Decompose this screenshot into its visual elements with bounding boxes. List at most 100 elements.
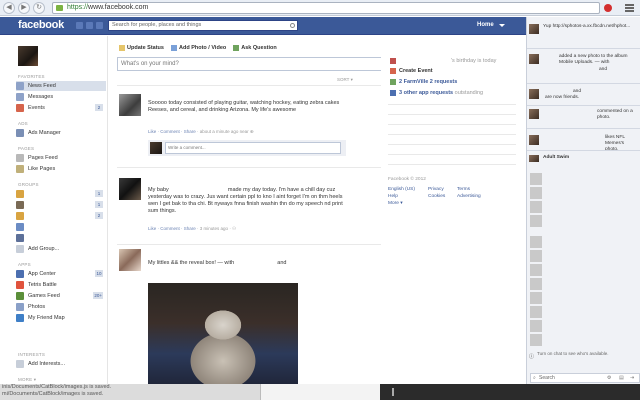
chat-friend-avatar[interactable] [530,278,542,290]
app-requests[interactable]: 3 other app requests outstanding [390,90,483,96]
status-input[interactable]: What's on your mind? [117,57,381,71]
story-avatar[interactable] [119,94,141,116]
cookies-link[interactable]: Cookies [428,193,445,200]
sidebar-item-friend-map[interactable]: My Friend Map [16,313,106,323]
search-icon: ⌕ [533,375,536,381]
chat-friend-avatar[interactable] [530,320,542,332]
facebook-logo[interactable]: facebook [18,19,64,31]
sidebar-item-group-3[interactable]: 2 [16,211,106,221]
forward-button[interactable]: ▶ [18,1,30,14]
create-event-link[interactable]: Create Event [390,68,433,74]
sidebar-item-group-2[interactable]: 1 [16,200,106,210]
back-button[interactable]: ◀ [3,1,15,14]
chat-popout-icon[interactable]: ⇥ [630,375,634,381]
download-message: mi/Documents/CatBlock/images is saved. [2,391,104,397]
question-icon [233,45,240,51]
chat-friend-avatar[interactable] [530,292,542,304]
chat-settings-icon[interactable]: ⚙ [607,375,611,381]
chat-friend-avatar[interactable] [530,306,542,318]
language-link[interactable]: English (US) [388,187,415,192]
update-status-tab[interactable]: Update Status [119,45,164,51]
chat-options-icon[interactable]: ▤ [619,375,624,381]
search-icon[interactable] [290,23,295,28]
story-avatar[interactable] [119,178,141,200]
search-input[interactable]: Search for people, places and things [108,20,298,31]
sidebar-item-pages-feed[interactable]: Pages Feed [16,153,106,163]
chat-friend-avatar[interactable] [530,215,542,227]
chat-friend-avatar[interactable] [530,264,542,276]
sidebar-item-app-center[interactable]: App Center 10 [16,269,106,279]
reload-button[interactable]: ↻ [33,1,45,14]
sidebar-item-tetris-battle[interactable]: Tetris Battle [16,280,106,290]
chat-friend-avatar[interactable] [530,334,542,346]
terms-link[interactable]: Terms [457,186,470,193]
divider [388,134,516,135]
sidebar-item-photos[interactable]: Photos [16,302,106,312]
advertising-link[interactable]: Advertising [457,193,481,200]
ticker-avatar [529,135,539,145]
gift-icon [390,58,396,64]
messages-icon[interactable] [86,22,93,29]
interests-label: INTERESTS [18,352,46,357]
ticker-item[interactable]: added a new photo to the album Mobile Up… [529,54,637,80]
chat-friend-avatar[interactable] [530,173,542,185]
sidebar-item-group-1[interactable]: 1 [16,189,106,199]
notifications-icon[interactable] [96,22,103,29]
tetris-icon [16,281,24,289]
calendar-icon [390,68,396,74]
story-photo[interactable] [148,283,298,384]
sidebar-item-add-interests[interactable]: Add Interests... [16,359,106,369]
ask-question-tab[interactable]: Ask Question [233,45,277,51]
sidebar-item-messages[interactable]: Messages [16,92,106,102]
divider [388,124,516,125]
sidebar-item-add-group[interactable]: Add Group... [16,244,106,254]
story-actions[interactable]: Like · Comment · Share · about a minute … [148,129,254,135]
ticker-item[interactable]: and are now friends. [529,89,637,103]
footer-more-link[interactable]: More ▾ [388,200,426,207]
chat-friend-avatar[interactable] [530,236,542,248]
comment-input[interactable]: Write a comment... [165,142,341,154]
menu-icon[interactable] [625,4,634,12]
story-actions[interactable]: Like · Comment · Share · 3 minutes ago ·… [148,226,236,232]
chat-friend-avatar[interactable] [530,250,542,262]
chat-friend-avatar[interactable] [530,201,542,213]
sidebar-item-events[interactable]: Events 2 [16,103,106,113]
ticker-item[interactable]: Yup http://sphotos-a.xx.fbcdn.net/hphot.… [529,24,637,38]
ticker-item[interactable]: likes NFL Memes's photo. [529,135,637,152]
download-message: inis/Documents/CatBlock/images.js is sav… [2,384,112,390]
add-interests-icon [16,360,24,368]
divider [388,114,516,115]
download-messages: inis/Documents/CatBlock/images.js is sav… [0,384,260,400]
divider [388,104,516,105]
sidebar-item-group-4[interactable] [16,222,106,232]
account-menu-icon[interactable] [499,24,505,27]
lock-icon [56,5,63,11]
sidebar-item-ads-manager[interactable]: Ads Manager [16,128,106,138]
composer-tabs: Update Status Add Photo / Video Ask Ques… [119,45,277,51]
camera-icon [170,45,177,51]
add-photo-tab[interactable]: Add Photo / Video [170,45,226,51]
ticker-item[interactable]: commented on a photo. [529,109,637,123]
more-label[interactable]: MORE ▾ [18,377,36,383]
profile-avatar[interactable] [18,46,38,66]
address-bar[interactable]: https://www.facebook.com [52,2,600,14]
app-requests-icon [390,90,396,96]
farmville-requests[interactable]: 2 FarmVille 2 requests [390,79,457,85]
privacy-link[interactable]: Privacy [428,186,444,193]
adblock-icon[interactable] [604,4,612,12]
copyright-text: Facebook © 2012 [388,177,426,182]
sidebar-item-games-feed[interactable]: Games Feed 20+ [16,291,106,301]
help-link[interactable]: Help [388,194,398,199]
friend-requests-icon[interactable] [76,22,83,29]
sort-button[interactable]: SORT ▾ [337,77,353,83]
home-link[interactable]: Home [477,22,494,28]
ticker-item[interactable]: Adult Swim [529,155,637,163]
chat-friend-avatar[interactable] [530,187,542,199]
sidebar-item-like-pages[interactable]: Like Pages [16,164,106,174]
sidebar-item-group-5[interactable] [16,233,106,243]
sidebar-item-news-feed[interactable]: News Feed [16,81,106,91]
group-count-badge: 1 [95,201,103,208]
ticker-avatar [529,109,539,119]
story-avatar[interactable] [119,249,141,271]
jewel-icons [76,22,103,29]
